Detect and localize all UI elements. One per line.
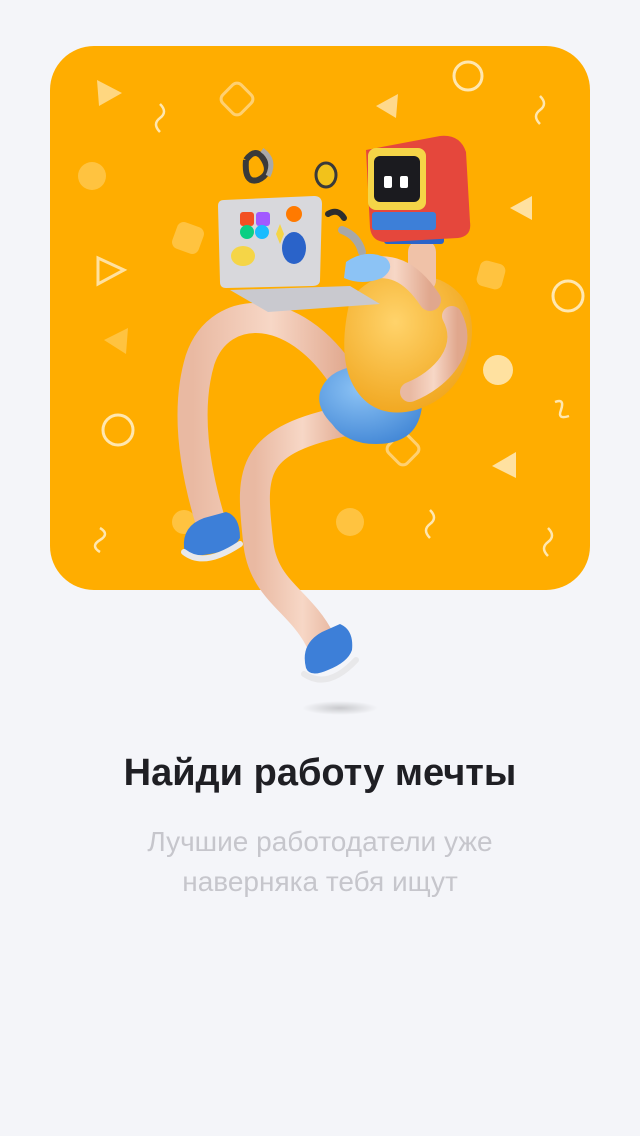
onboarding-screen: Найди работу мечты Лучшие работодатели у… — [0, 0, 640, 1136]
page-title: Найди работу мечты — [123, 752, 517, 794]
page-subtitle: Лучшие работодатели уже наверняка тебя и… — [147, 826, 493, 897]
monitor-head — [366, 135, 471, 244]
confetti-decorations — [78, 60, 585, 557]
character-illustration — [78, 60, 585, 715]
laptop — [218, 196, 380, 312]
